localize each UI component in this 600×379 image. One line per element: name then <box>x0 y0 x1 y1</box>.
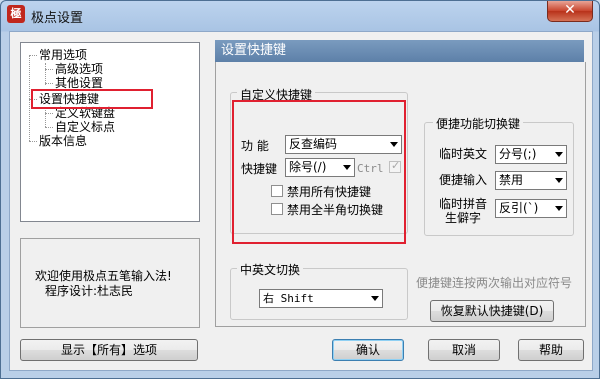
tree-connector <box>45 127 53 128</box>
custom-hotkey-highlight <box>232 100 406 244</box>
quick-input-select-value: 禁用 <box>499 173 524 187</box>
hotkey-settings-panel: 自定义快捷键 功 能 反查编码 快捷键 除号(/) Ctrl ✓ 禁用所有快捷键 <box>215 62 586 327</box>
cn-en-switch-group: 中英文切换 右 Shift <box>230 261 408 320</box>
author-text: 程序设计:杜志民 <box>45 284 134 298</box>
ok-button[interactable]: 确认 <box>332 339 404 361</box>
tree-item-advanced-options[interactable]: 高级选项 <box>55 62 103 76</box>
temp-english-select[interactable]: 分号(;) <box>495 145 567 164</box>
options-tree[interactable]: 常用选项 高级选项 其他设置 设置快捷键 定义软键盘 自定义标点 版本信息 <box>20 42 200 222</box>
tree-item-other-settings[interactable]: 其他设置 <box>55 76 103 90</box>
tree-item-version-info[interactable]: 版本信息 <box>39 134 87 148</box>
close-button[interactable]: ✕ <box>547 1 593 22</box>
title-bar[interactable]: 極 极点设置 ✕ <box>1 1 599 29</box>
chevron-down-icon <box>555 206 563 211</box>
dialog-body: 常用选项 高级选项 其他设置 设置快捷键 定义软键盘 自定义标点 版本信息 欢迎… <box>9 31 593 371</box>
tree-connector <box>45 69 53 70</box>
cancel-button[interactable]: 取消 <box>428 339 500 361</box>
tree-connector <box>45 107 46 127</box>
panel-title: 设置快捷键 <box>215 40 584 62</box>
temp-english-select-value: 分号(;) <box>499 147 537 161</box>
show-all-options-button[interactable]: 显示【所有】选项 <box>20 339 198 361</box>
tree-item-custom-punctuation[interactable]: 自定义标点 <box>55 120 115 134</box>
about-info-box: 欢迎使用极点五笔输入法! 程序设计:杜志民 <box>20 238 200 328</box>
help-button[interactable]: 帮助 <box>518 339 584 361</box>
temp-pinyin-select[interactable]: 反引(`) <box>495 199 567 218</box>
chevron-down-icon <box>371 296 379 301</box>
settings-window: 極 极点设置 ✕ 常用选项 高级选项 其他设置 设置快捷键 定义软键盘 自定义标… <box>0 0 600 379</box>
quick-input-label: 便捷输入 <box>439 173 488 187</box>
tree-connector <box>45 113 53 114</box>
temp-english-label: 临时英文 <box>439 147 488 161</box>
tree-connector <box>29 55 30 141</box>
quick-switch-group-title: 便捷功能切换键 <box>433 115 524 132</box>
restore-default-hotkeys-button[interactable]: 恢复默认快捷键(D) <box>430 300 554 322</box>
double-press-hint: 便捷键连按两次输出对应符号 <box>416 276 573 290</box>
window-title: 极点设置 <box>31 11 84 26</box>
cn-en-switch-group-title: 中英文切换 <box>237 261 304 278</box>
chevron-down-icon <box>555 178 563 183</box>
quick-input-select[interactable]: 禁用 <box>495 171 567 190</box>
cn-en-switch-select[interactable]: 右 Shift <box>259 289 383 308</box>
tree-connector <box>29 141 37 142</box>
tree-item-common-options[interactable]: 常用选项 <box>39 48 87 62</box>
temp-pinyin-label-line2: 生僻字 <box>445 211 482 225</box>
tree-connector <box>45 63 46 85</box>
chevron-down-icon <box>555 152 563 157</box>
temp-pinyin-select-value: 反引(`) <box>499 201 539 215</box>
quick-switch-group: 便捷功能切换键 临时英文 分号(;) 便捷输入 禁用 临时拼音 生僻字 反引(`… <box>424 115 574 236</box>
tree-connector <box>29 55 37 56</box>
selected-item-highlight <box>31 89 153 109</box>
cn-en-switch-select-value: 右 Shift <box>263 292 314 305</box>
tree-connector <box>45 83 53 84</box>
app-logo-icon: 極 <box>7 5 25 23</box>
